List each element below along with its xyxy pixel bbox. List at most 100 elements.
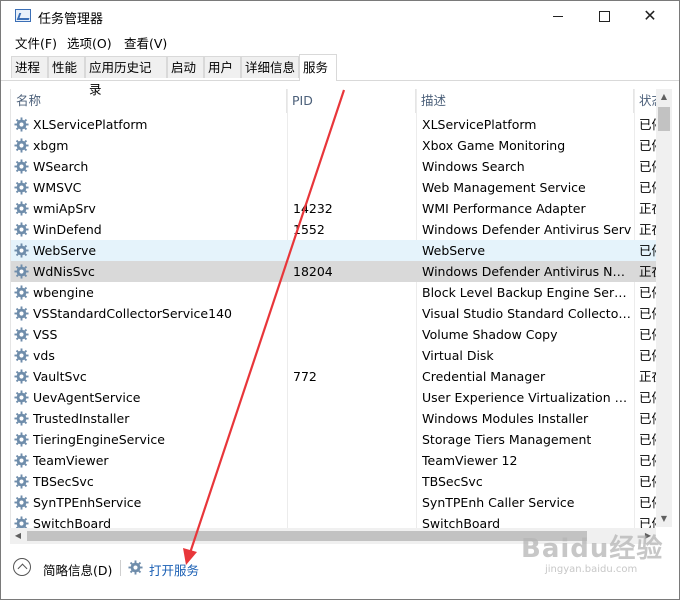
column-header-name[interactable]: 名称 <box>11 89 287 113</box>
service-pid: 18204 <box>293 264 333 279</box>
service-name: WinDefend <box>33 222 102 237</box>
table-row[interactable]: XLServicePlatform XLServicePlatform 已停止 <box>11 114 657 135</box>
service-gear-icon <box>14 306 29 321</box>
table-row[interactable]: TrustedInstaller Windows Modules Installe… <box>11 408 657 429</box>
service-gear-icon <box>14 390 29 405</box>
tab-2[interactable]: 应用历史记录 <box>85 56 167 97</box>
service-pid <box>293 345 413 366</box>
service-gear-icon <box>14 117 29 132</box>
table-row[interactable]: WdNisSvc 18204 Windows Defender Antivirus … <box>11 261 657 282</box>
table-row[interactable]: WinDefend 1552 Windows Defender Antivirus … <box>11 219 657 240</box>
tab-0[interactable]: 进程 <box>11 56 48 78</box>
service-name: XLServicePlatform <box>33 117 148 132</box>
menu-file[interactable]: 文件(F) <box>13 33 59 52</box>
minimize-icon <box>553 15 563 17</box>
menu-bar: 文件(F) 选项(O) 查看(V) <box>1 31 679 53</box>
service-name: TieringEngineService <box>33 432 165 447</box>
service-status: 已停止 <box>639 306 657 321</box>
column-header-pid[interactable]: PID <box>287 89 416 113</box>
scroll-down-arrow-icon[interactable]: ▼ <box>656 511 672 527</box>
menu-view[interactable]: 查看(V) <box>122 33 169 52</box>
table-row[interactable]: wmiApSrv 14232 WMI Performance Adapter 正在运行 <box>11 198 657 219</box>
table-row[interactable]: TieringEngineService Storage Tiers Manage… <box>11 429 657 450</box>
table-row[interactable]: WebServe WebServe 已停止 <box>11 240 657 261</box>
service-status: 已停止 <box>639 348 657 363</box>
service-gear-icon <box>14 495 29 510</box>
service-description: Volume Shadow Copy <box>422 327 558 342</box>
tab-5[interactable]: 详细信息 <box>241 56 299 78</box>
service-status: 已停止 <box>639 390 657 405</box>
tab-6[interactable]: 服务 <box>299 54 337 81</box>
scroll-up-arrow-icon[interactable]: ▲ <box>656 89 672 105</box>
service-name: TrustedInstaller <box>33 411 130 426</box>
table-row[interactable]: WMSVC Web Management Service 已停止 <box>11 177 657 198</box>
service-status: 已停止 <box>639 474 657 489</box>
tab-3[interactable]: 启动 <box>167 56 204 78</box>
service-status: 已停止 <box>639 516 657 529</box>
service-description: Windows Search <box>422 159 525 174</box>
service-name: WMSVC <box>33 180 82 195</box>
service-description: Virtual Disk <box>422 348 494 363</box>
service-status: 已停止 <box>639 243 657 258</box>
horizontal-scroll-thumb[interactable] <box>27 531 587 541</box>
service-description: TeamViewer 12 <box>422 453 518 468</box>
service-description: SynTPEnh Caller Service <box>422 495 575 510</box>
tab-1[interactable]: 性能 <box>48 56 85 78</box>
table-header: 名称 PID 描述 状态 <box>11 89 664 113</box>
vertical-scroll-thumb[interactable] <box>658 107 670 131</box>
table-row[interactable]: VaultSvc 772 Credential Manager 正在运行 <box>11 366 657 387</box>
service-status: 已停止 <box>639 180 657 195</box>
table-row[interactable]: TeamViewer TeamViewer 12 已停止 <box>11 450 657 471</box>
service-gear-icon <box>14 453 29 468</box>
service-gear-icon <box>14 348 29 363</box>
services-table: 名称 PID 描述 状态 XLServicePlatform XLServiceP… <box>10 89 673 529</box>
service-name: WdNisSvc <box>33 264 95 279</box>
table-row[interactable]: vds Virtual Disk 已停止 <box>11 345 657 366</box>
service-description: Credential Manager <box>422 369 546 384</box>
service-status: 正在运行 <box>639 222 657 237</box>
service-description: WebServe <box>422 243 486 258</box>
title-bar[interactable]: 任务管理器 ✕ <box>1 1 679 31</box>
table-row[interactable]: WSearch Windows Search 已停止 <box>11 156 657 177</box>
service-gear-icon <box>14 159 29 174</box>
service-pid <box>293 513 413 529</box>
baidu-jingyan-watermark: Baidu经验 jingyan.baidu.com <box>521 528 671 588</box>
service-name: WSearch <box>33 159 89 174</box>
gear-icon <box>128 560 143 575</box>
service-gear-icon <box>14 327 29 342</box>
table-row[interactable]: SynTPEnhService SynTPEnh Caller Service 已停… <box>11 492 657 513</box>
service-gear-icon <box>14 243 29 258</box>
table-row[interactable]: xbgm Xbox Game Monitoring 已停止 <box>11 135 657 156</box>
table-row[interactable]: TBSecSvc TBSecSvc 已停止 <box>11 471 657 492</box>
maximize-button[interactable] <box>581 1 627 31</box>
service-pid <box>293 114 413 135</box>
service-status: 正在运行 <box>639 369 657 384</box>
table-row[interactable]: VSStandardCollectorService140 Visual Stud… <box>11 303 657 324</box>
table-row[interactable]: SwitchBoard SwitchBoard 已停止 <box>11 513 657 529</box>
service-gear-icon <box>14 474 29 489</box>
service-description: Visual Studio Standard Collector ... <box>422 306 632 321</box>
service-pid <box>293 282 413 303</box>
service-name: TeamViewer <box>33 453 109 468</box>
menu-options[interactable]: 选项(O) <box>65 33 114 52</box>
scroll-left-arrow-icon[interactable]: ◀ <box>10 528 26 544</box>
maximize-icon <box>598 10 610 22</box>
vertical-scrollbar[interactable]: ▲ ▼ <box>656 89 672 527</box>
table-row[interactable]: wbengine Block Level Backup Engine Servic… <box>11 282 657 303</box>
service-pid <box>293 135 413 156</box>
service-gear-icon <box>14 411 29 426</box>
table-row[interactable]: VSS Volume Shadow Copy 已停止 <box>11 324 657 345</box>
service-name: VSStandardCollectorService140 <box>33 306 232 321</box>
minimize-button[interactable] <box>535 1 581 31</box>
task-manager-window: 任务管理器 ✕ 文件(F) 选项(O) 查看(V) 进程 性能 应用历史记录 启动 用户… <box>0 0 680 600</box>
service-gear-icon <box>14 222 29 237</box>
service-description: WMI Performance Adapter <box>422 201 586 216</box>
close-button[interactable]: ✕ <box>627 1 673 31</box>
service-name: WebServe <box>33 243 97 258</box>
service-name: wbengine <box>33 285 94 300</box>
service-status: 已停止 <box>639 159 657 174</box>
column-header-description[interactable]: 描述 <box>416 89 634 113</box>
service-gear-icon <box>14 369 29 384</box>
table-row[interactable]: UevAgentService User Experience Virtualiz… <box>11 387 657 408</box>
tab-4[interactable]: 用户 <box>204 56 241 78</box>
